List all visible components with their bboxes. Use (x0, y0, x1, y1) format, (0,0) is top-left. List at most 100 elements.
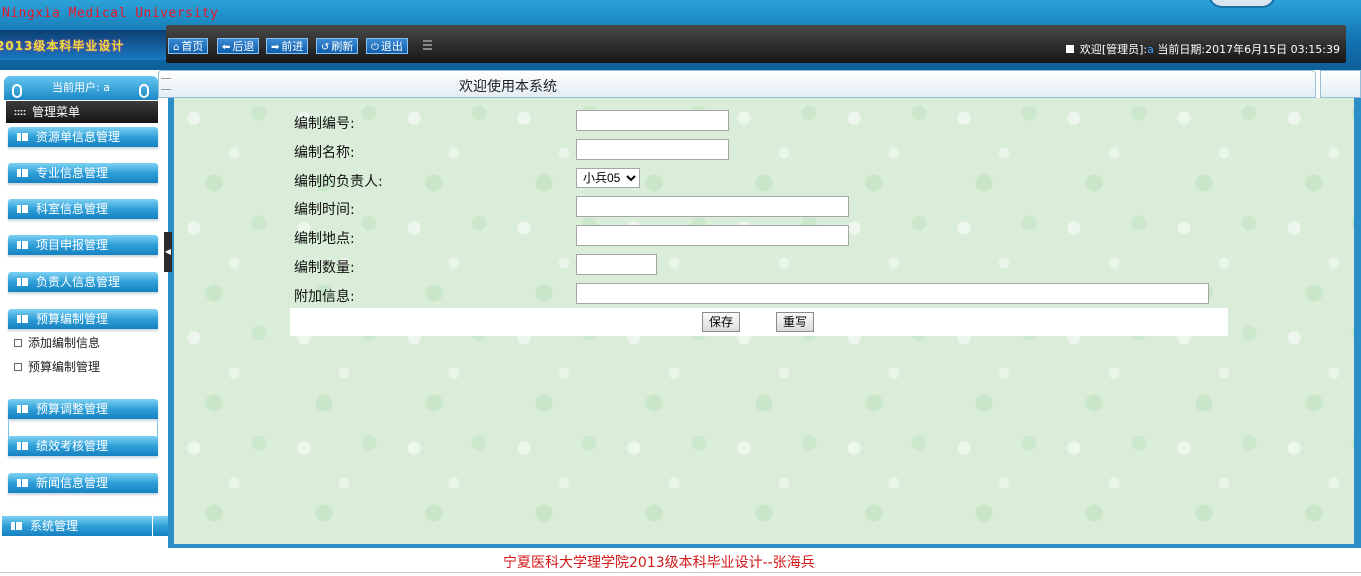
book-icon (17, 241, 28, 249)
sidebar: 当前用户: a 管理菜单 资源单信息管理 专业信息管理 科室信息管理 项目申报管… (0, 70, 172, 548)
owner-label: 编制的负责人: (294, 174, 383, 190)
sidebar-item-department[interactable]: 科室信息管理 (8, 199, 158, 219)
sidebar-item-project[interactable]: 项目申报管理 (8, 235, 158, 255)
sidebar-item-news[interactable]: 新闻信息管理 (8, 473, 158, 493)
current-user-label: 当前用户: a (52, 81, 110, 94)
book-icon (17, 315, 28, 323)
code-input[interactable] (576, 110, 729, 131)
sidebar-item-label: 项目申报管理 (36, 238, 109, 252)
toolbar-grip-icon[interactable] (423, 40, 432, 50)
form-row-place: 编制地点: (294, 225, 1234, 249)
book-icon (17, 442, 28, 450)
place-input[interactable] (576, 225, 849, 246)
owner-select[interactable]: 小兵05 (576, 168, 640, 188)
form-row-name: 编制名称: (294, 139, 1234, 163)
form-row-extra: 附加信息: (294, 283, 1234, 307)
back-button-label: 后退 (232, 40, 255, 53)
submenu-item-add-compile[interactable]: 添加编制信息 (12, 333, 100, 353)
date-value: 2017年6月15日 03:15:39 (1205, 43, 1340, 56)
square-icon (1065, 45, 1074, 53)
banner-logo: 2013级本科毕业设计 (0, 30, 166, 60)
sidebar-item-label: 科室信息管理 (36, 202, 109, 216)
form-row-code: 编制编号: (294, 110, 1234, 134)
qty-label: 编制数量: (294, 260, 355, 276)
form-row-owner: 编制的负责人: 小兵05 (294, 168, 1234, 192)
document-icon (14, 363, 22, 371)
grid-icon (14, 109, 26, 116)
save-button[interactable]: 保存 (702, 312, 741, 332)
sidebar-item-label: 绩效考核管理 (36, 439, 109, 453)
sidebar-item-label: 预算编制管理 (36, 312, 109, 326)
code-label: 编制编号: (294, 116, 355, 132)
book-icon (17, 479, 28, 487)
toolbar: ⌂ 首页 ⬅ 后退 ➡ 前进 ↺ 刷新 ⏻ 退出 欢迎[管理员]:a 当前日期:2017年… (166, 25, 1346, 63)
form-row-time: 编制时间: (294, 196, 1234, 220)
power-icon: ⏻ (371, 42, 379, 53)
menu-title: 管理菜单 (6, 101, 158, 123)
refresh-button[interactable]: ↺ 刷新 (316, 38, 359, 54)
submenu-item-compile-manage[interactable]: 预算编制管理 (12, 357, 100, 377)
book-icon (11, 522, 22, 530)
welcome-title: 欢迎使用本系统 (459, 79, 557, 95)
extra-input[interactable] (576, 283, 1209, 304)
sidebar-item-major[interactable]: 专业信息管理 (8, 163, 158, 183)
reset-button[interactable]: 重写 (776, 312, 815, 332)
sidebar-item-label: 系统管理 (30, 519, 79, 533)
sidebar-item-label: 新闻信息管理 (36, 476, 109, 490)
footer-divider (0, 572, 1361, 573)
sidebar-item-system[interactable]: 系统管理 (2, 516, 152, 536)
date-label: 当前日期: (1157, 43, 1206, 56)
brand-title: Ningxia Medical University (2, 6, 219, 21)
logout-button-label: 退出 (380, 40, 403, 53)
current-user-bar: 当前用户: a (4, 76, 158, 100)
menu-title-label: 管理菜单 (32, 105, 81, 119)
home-button-label: 首页 (181, 40, 204, 53)
name-input[interactable] (576, 139, 729, 160)
sidebar-item-label: 专业信息管理 (36, 166, 109, 180)
welcome-prefix: 欢迎[管理员]: (1079, 43, 1148, 56)
footer: 宁夏医科大学理学院2013级本科毕业设计--张海兵 (0, 548, 1361, 576)
sidebar-item-performance[interactable]: 绩效考核管理 (8, 436, 158, 456)
refresh-icon: ↺ (321, 42, 330, 53)
submenu-item-label: 预算编制管理 (28, 360, 101, 374)
time-input[interactable] (576, 196, 849, 217)
form-row-qty: 编制数量: (294, 254, 1234, 278)
collapse-sidebar-handle[interactable]: ◀ (164, 232, 172, 272)
document-icon (14, 339, 22, 347)
book-icon (17, 278, 28, 286)
sidebar-item-resource[interactable]: 资源单信息管理 (8, 127, 158, 147)
ring-icon (139, 84, 149, 98)
refresh-button-label: 刷新 (331, 40, 354, 53)
place-label: 编制地点: (294, 231, 355, 247)
grip-icon[interactable] (161, 78, 171, 90)
logout-button[interactable]: ⏻ 退出 (366, 38, 408, 54)
sidebar-item-budget-adjust[interactable]: 预算调整管理 (8, 399, 158, 419)
qty-input[interactable] (576, 254, 657, 275)
extra-label: 附加信息: (294, 289, 355, 305)
forward-arrow-icon: ➡ (271, 42, 280, 53)
header-ornament (1208, 0, 1276, 8)
home-button[interactable]: ⌂ 首页 (168, 38, 209, 54)
forward-button[interactable]: ➡ 前进 (266, 38, 309, 54)
welcome-bar-right (1320, 70, 1361, 98)
submenu-item-label: 添加编制信息 (28, 336, 101, 350)
back-button[interactable]: ⬅ 后退 (217, 38, 260, 54)
welcome-status: 欢迎[管理员]:a 当前日期:2017年6月15日 03:15:39 (1065, 41, 1340, 57)
book-icon (17, 133, 28, 141)
sidebar-item-label: 资源单信息管理 (36, 130, 121, 144)
time-label: 编制时间: (294, 202, 355, 218)
sidebar-item-owner[interactable]: 负责人信息管理 (8, 272, 158, 292)
forward-button-label: 前进 (281, 40, 304, 53)
name-label: 编制名称: (294, 145, 355, 161)
system-menu-extra[interactable] (153, 516, 168, 536)
content-panel: 编制编号: 编制名称: 编制的负责人: 小兵05 编制时间: 编制地点: 编制数… (174, 98, 1354, 544)
book-icon (17, 169, 28, 177)
content-frame: 编制编号: 编制名称: 编制的负责人: 小兵05 编制时间: 编制地点: 编制数… (168, 98, 1361, 548)
sidebar-item-budget-compile[interactable]: 预算编制管理 (8, 309, 158, 329)
banner-text: 2013级本科毕业设计 (0, 39, 125, 53)
ring-icon (12, 84, 22, 98)
book-icon (17, 405, 28, 413)
home-icon: ⌂ (173, 42, 180, 53)
back-arrow-icon: ⬅ (222, 42, 231, 53)
welcome-bar: 欢迎使用本系统 (158, 70, 1316, 98)
